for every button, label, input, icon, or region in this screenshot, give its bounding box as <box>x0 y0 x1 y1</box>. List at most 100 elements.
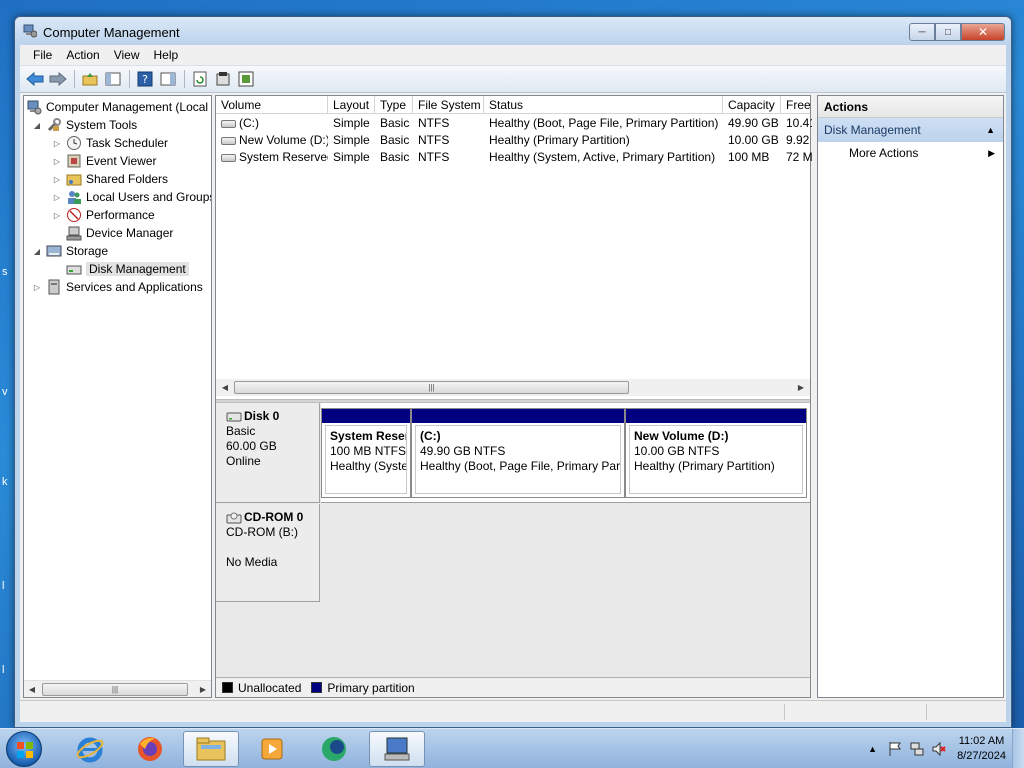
show-action-pane-button[interactable] <box>157 69 179 89</box>
expand-triangle-icon[interactable]: ▷ <box>52 157 62 166</box>
volume-row[interactable]: System Reserved Simple Basic NTFS Health… <box>216 149 812 166</box>
collapse-triangle-icon[interactable]: ◢ <box>32 247 42 256</box>
column-header-type[interactable]: Type <box>375 96 413 114</box>
menu-action[interactable]: Action <box>59 48 106 62</box>
partition-c[interactable]: (C:) 49.90 GB NTFS Healthy (Boot, Page F… <box>411 408 625 498</box>
partition-d[interactable]: New Volume (D:) 10.00 GB NTFS Healthy (P… <box>625 408 807 498</box>
taskbar-app[interactable] <box>306 731 362 767</box>
scrollbar-thumb[interactable]: ||| <box>42 683 188 696</box>
disk-0-label[interactable]: Disk 0 Basic 60.00 GB Online <box>216 403 320 503</box>
help-icon: ? <box>137 71 153 87</box>
taskbar-computer-management[interactable] <box>369 731 425 767</box>
forward-button[interactable] <box>47 69 69 89</box>
collapse-triangle-icon[interactable]: ◢ <box>32 121 42 130</box>
scroll-right-arrow-icon[interactable]: ▶ <box>794 381 808 394</box>
column-header-free[interactable]: Free <box>781 96 812 114</box>
volume-row[interactable]: New Volume (D:) Simple Basic NTFS Health… <box>216 132 810 149</box>
tree-item-task-scheduler[interactable]: ▷ Task Scheduler <box>52 134 168 152</box>
computer-management-window: Computer Management ─ □ ✕ File Action Vi… <box>14 16 1012 728</box>
expand-triangle-icon[interactable]: ▷ <box>52 175 62 184</box>
performance-icon <box>66 207 82 223</box>
partition-system-reserved[interactable]: System Reser 100 MB NTFS Healthy (Syste <box>321 408 411 498</box>
tree-item-performance[interactable]: ▷ Performance <box>52 206 155 224</box>
expand-triangle-icon[interactable]: ▷ <box>52 193 62 202</box>
tree-item-device-manager[interactable]: Device Manager <box>66 224 173 242</box>
disk-management-icon <box>66 261 82 277</box>
toolbar: ? <box>20 65 1006 93</box>
tree-item-storage[interactable]: ◢ Storage <box>32 242 108 260</box>
taskbar-media-player[interactable] <box>244 731 300 767</box>
show-hidden-icons-arrow-icon[interactable]: ▲ <box>868 744 877 754</box>
partition-name: System Reser <box>330 429 407 443</box>
show-hide-tree-button[interactable] <box>102 69 124 89</box>
back-button[interactable] <box>24 69 46 89</box>
computer-management-icon <box>384 737 410 761</box>
disk-size: 60.00 GB <box>226 439 277 453</box>
tree-item-disk-management[interactable]: Disk Management <box>66 260 189 278</box>
scroll-left-arrow-icon[interactable]: ◀ <box>218 381 232 394</box>
start-button[interactable] <box>6 731 42 767</box>
column-header-layout[interactable]: Layout <box>328 96 375 114</box>
disk-management-pane: Volume Layout Type File System Status Ca… <box>215 95 812 698</box>
volume-muted-icon[interactable] <box>931 741 947 757</box>
maximize-button[interactable]: □ <box>935 23 961 41</box>
tree-item-computer-management[interactable]: Computer Management (Local <box>26 98 208 116</box>
clock[interactable]: 11:02 AM 8/27/2024 <box>957 734 1006 764</box>
minimize-button[interactable]: ─ <box>909 23 935 41</box>
scroll-left-arrow-icon[interactable]: ◀ <box>25 683 39 696</box>
menu-bar: File Action View Help <box>20 45 1006 65</box>
tree-label: Disk Management <box>86 262 189 276</box>
tree-horizontal-scrollbar[interactable]: ◀ ||| ▶ <box>24 680 211 697</box>
show-desktop-button[interactable] <box>1012 729 1024 768</box>
window-content: File Action View Help ? Computer Managem… <box>20 45 1006 722</box>
cdrom-0-label[interactable]: CD-ROM 0 CD-ROM (B:) No Media <box>216 504 320 602</box>
volume-row[interactable]: (C:) Simple Basic NTFS Healthy (Boot, Pa… <box>216 115 812 132</box>
refresh-icon <box>193 71 207 87</box>
more-actions-item[interactable]: More Actions ▶ <box>818 142 1003 164</box>
column-header-volume[interactable]: Volume <box>216 96 328 114</box>
column-header-capacity[interactable]: Capacity <box>723 96 781 114</box>
actions-title: Actions <box>818 96 1003 118</box>
refresh-button[interactable] <box>189 69 211 89</box>
tree-item-event-viewer[interactable]: ▷ Event Viewer <box>52 152 157 170</box>
taskbar-firefox[interactable] <box>122 731 178 767</box>
tree-label: Shared Folders <box>86 172 169 186</box>
section-label: Disk Management <box>824 123 921 137</box>
actions-section-disk-management[interactable]: Disk Management ▲ <box>818 118 1003 142</box>
tree-item-shared-folders[interactable]: ▷ Shared Folders <box>52 170 168 188</box>
tools-icon <box>46 117 62 133</box>
network-icon[interactable] <box>909 741 925 757</box>
up-level-button[interactable] <box>79 69 101 89</box>
menu-help[interactable]: Help <box>147 48 186 62</box>
collapse-up-arrow-icon[interactable]: ▲ <box>986 118 995 142</box>
properties-button[interactable] <box>212 69 234 89</box>
tree-item-system-tools[interactable]: ◢ System Tools <box>32 116 137 134</box>
export-list-button[interactable] <box>235 69 257 89</box>
taskbar-explorer[interactable] <box>183 731 239 767</box>
window-title: Computer Management <box>43 25 180 40</box>
menu-view[interactable]: View <box>107 48 147 62</box>
capacity-cell: 100 MB <box>728 150 770 164</box>
expand-triangle-icon[interactable]: ▷ <box>32 283 42 292</box>
volume-list-horizontal-scrollbar[interactable]: ◀ ||| ▶ <box>216 379 810 396</box>
close-button[interactable]: ✕ <box>961 23 1005 41</box>
menu-file[interactable]: File <box>26 48 59 62</box>
scrollbar-thumb[interactable]: ||| <box>234 381 629 394</box>
tree-label: Local Users and Groups <box>86 190 212 204</box>
type-cell: Basic <box>380 133 410 147</box>
tree-item-services-applications[interactable]: ▷ Services and Applications <box>32 278 203 296</box>
expand-triangle-icon[interactable]: ▷ <box>52 139 62 148</box>
column-header-file-system[interactable]: File System <box>413 96 484 114</box>
storage-icon <box>46 243 62 259</box>
expand-triangle-icon[interactable]: ▷ <box>52 211 62 220</box>
tree-item-local-users[interactable]: ▷ Local Users and Groups <box>52 188 212 206</box>
help-button[interactable]: ? <box>134 69 156 89</box>
media-player-icon <box>261 738 283 760</box>
column-header-status[interactable]: Status <box>484 96 723 114</box>
scroll-right-arrow-icon[interactable]: ▶ <box>196 683 210 696</box>
taskbar-internet-explorer[interactable] <box>62 731 118 767</box>
title-bar[interactable]: Computer Management ─ □ ✕ <box>15 17 1011 45</box>
action-center-flag-icon[interactable] <box>887 741 903 757</box>
windows-logo-icon <box>17 742 33 758</box>
toolbar-separator <box>129 70 130 88</box>
